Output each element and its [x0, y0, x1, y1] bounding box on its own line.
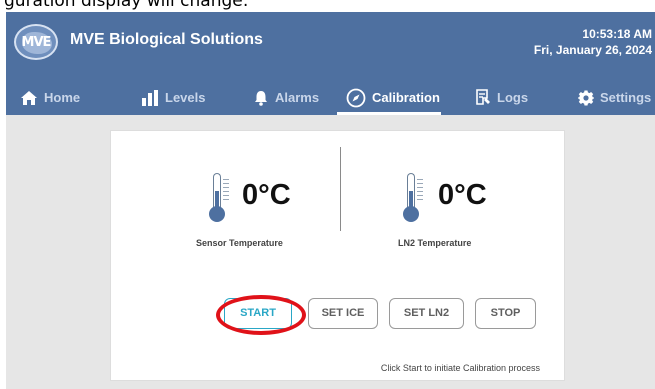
clock-time: 10:53:18 AM	[582, 27, 652, 41]
nav-settings[interactable]: Settings	[578, 80, 651, 115]
ln2-temperature-label: LN2 Temperature	[398, 238, 472, 248]
ln2-temperature-value: 0°C	[438, 179, 487, 211]
header-bar: MVE MVE Biological Solutions 10:53:18 AM…	[6, 12, 655, 115]
globe-logo-icon: MVE	[14, 24, 58, 60]
nav-alarms-label: Alarms	[275, 90, 320, 105]
company-name: MVE Biological Solutions	[70, 31, 263, 48]
document-caption: guration display will change:	[0, 0, 655, 12]
active-tab-indicator	[337, 112, 441, 115]
logo-text: MVE	[21, 35, 52, 50]
compass-icon	[346, 88, 366, 107]
caption-text: guration display will change:	[4, 0, 249, 11]
set-ln2-button[interactable]: SET LN2	[389, 298, 464, 329]
calibration-hint: Click Start to initiate Calibration proc…	[380, 363, 540, 373]
nav-levels-label: Levels	[165, 90, 206, 105]
nav-alarms[interactable]: Alarms	[253, 80, 319, 115]
nav-settings-label: Settings	[600, 90, 652, 105]
start-button[interactable]: START	[224, 298, 292, 329]
nav-home[interactable]: Home	[20, 80, 80, 115]
nav-home-label: Home	[44, 90, 81, 105]
clock-date: Fri, January 26, 2024	[533, 43, 652, 57]
document-icon	[476, 89, 490, 105]
ln2-thermometer-icon	[403, 173, 423, 222]
clock: 10:53:18 AM Fri, January 26, 2024	[534, 26, 652, 58]
nav-levels[interactable]: Levels	[141, 80, 205, 115]
nav-calibration-label: Calibration	[372, 90, 440, 105]
sensor-temperature-value: 0°C	[242, 179, 291, 211]
calibration-panel: 0°C Sensor Temperature 0°C LN2 Temperatu…	[110, 130, 565, 381]
set-ice-button[interactable]: SET ICE	[308, 298, 378, 329]
bars-icon	[142, 89, 158, 106]
panel-divider	[340, 147, 341, 231]
nav-logs[interactable]: Logs	[475, 80, 528, 115]
main-nav: Home Levels Alarms Calibration Logs Sett…	[6, 80, 655, 115]
sensor-thermometer-icon	[209, 173, 229, 222]
nav-calibration[interactable]: Calibration	[346, 80, 440, 115]
stop-button[interactable]: STOP	[475, 298, 536, 329]
sensor-temperature-label: Sensor Temperature	[196, 238, 283, 248]
nav-logs-label: Logs	[497, 90, 529, 105]
gear-icon	[578, 90, 594, 105]
home-icon	[21, 90, 37, 105]
bell-icon	[255, 90, 267, 106]
app-window: MVE MVE Biological Solutions 10:53:18 AM…	[6, 12, 655, 389]
